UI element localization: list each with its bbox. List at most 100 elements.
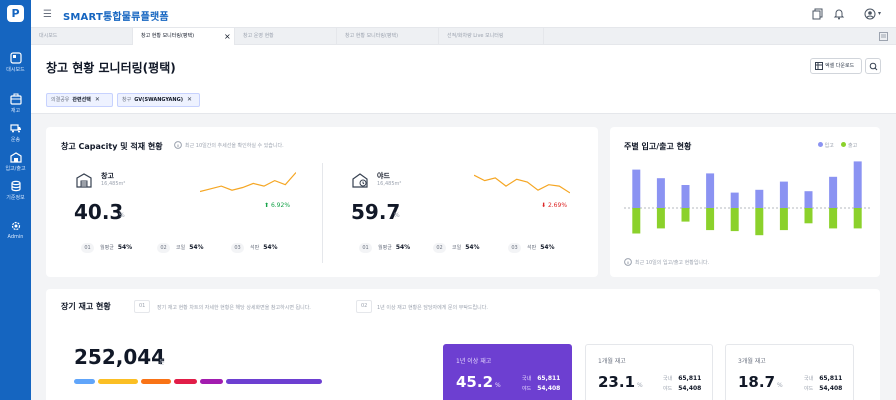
sidebar-item-inventory[interactable]: 재고 (0, 93, 31, 114)
stat-yard-label: 야드 (804, 386, 814, 392)
stat-percent: 18.7% (738, 373, 783, 391)
tab-list-icon[interactable] (879, 32, 888, 41)
sidebar-item-label: 재고 (10, 108, 21, 114)
filter-chip[interactable]: 의결공유 관련선택 ✕ (46, 93, 113, 107)
search-icon (869, 62, 878, 71)
sidebar-item-master[interactable]: 기준정보 (0, 180, 31, 201)
sub-number: 01 (359, 243, 372, 253)
sidebar-item-dashboard[interactable]: 대시보드 (0, 52, 31, 73)
percent-unit: % (119, 212, 125, 219)
stat-percent-value: 45.2 (456, 373, 494, 391)
inventory-icon (9, 93, 22, 105)
sub-stat: 01 월평균 54% (81, 243, 132, 253)
chevron-down-icon[interactable]: ▾ (878, 10, 890, 22)
percent-unit: % (394, 212, 400, 219)
weekly-title: 주별 입고/출고 현황 (624, 142, 692, 151)
stat-domestic: 국내 65,811 (663, 375, 701, 382)
filter-key: 의결공유 (51, 97, 70, 103)
yard-icon (352, 173, 368, 188)
close-icon[interactable]: × (224, 28, 231, 45)
segment (173, 379, 198, 384)
warehouse-percent: 59.7 (351, 200, 401, 224)
stat-label: 1개월 재고 (598, 358, 626, 365)
bar-in (804, 191, 813, 208)
tab-monitoring-active[interactable]: 창고 현황 모니터링(평택) (133, 28, 235, 45)
filter-bar: 의결공유 관련선택 ✕ 창구 GV(SWANGYANG) ✕ (31, 88, 896, 114)
stat-card-1year[interactable]: 1년 이상 재고 45.2% 국내 65,811 야드 54,408 (443, 344, 572, 400)
delta-indicator: ⬇ 2.69% (541, 202, 567, 209)
search-button[interactable] (865, 58, 881, 74)
bar-in (853, 161, 862, 208)
sub-value: 54% (465, 244, 480, 251)
legend-in-label: 입고 (824, 143, 834, 149)
excel-download-button[interactable]: 엑셀 다운로드 (810, 58, 862, 74)
tab-monitoring[interactable]: 창고 현황 모니터링(평택) (337, 28, 439, 45)
close-icon[interactable]: ✕ (95, 96, 100, 103)
longterm-hint-2: 1년 이상 재고 현황은 담당자에게 문의 부탁드립니다. (377, 305, 488, 311)
segment (97, 379, 138, 384)
close-icon[interactable]: ✕ (187, 96, 192, 103)
divider (322, 163, 323, 263)
sidebar-item-label: 기준정보 (6, 195, 25, 201)
sidebar-item-label: 운송 (10, 137, 21, 143)
stat-card-3month[interactable]: 3개월 재고 18.7% 국내 65,811 야드 54,408 (725, 344, 854, 400)
warehouse-area: 16,485m² (101, 181, 126, 187)
stat-domestic-label: 국내 (804, 376, 814, 382)
excel-download-label: 엑셀 다운로드 (825, 63, 855, 69)
bar-out (730, 208, 739, 232)
sub-number: 02 (157, 243, 170, 253)
dashboard-icon (9, 52, 22, 64)
sidebar-item-admin[interactable]: Admin (0, 220, 31, 240)
bar-in (755, 189, 764, 208)
tab-dashboard[interactable]: 대시보드 (31, 28, 133, 45)
stat-yard-value: 54,408 (819, 385, 843, 392)
trend-sparkline (200, 172, 296, 193)
stat-yard: 야드 54,408 (522, 385, 560, 392)
stat-percent-value: 18.7 (738, 373, 776, 391)
bar-out (706, 208, 715, 231)
filter-chip[interactable]: 창구 GV(SWANGYANG) ✕ (117, 93, 200, 107)
legend-swatch-in (818, 142, 823, 147)
bell-icon[interactable] (833, 8, 845, 20)
page-header: 창고 현황 모니터링(평택) 엑셀 다운로드 (31, 45, 896, 88)
menu-icon[interactable]: ☰ (43, 9, 52, 20)
sidebar-item-inout[interactable]: 입고/출고 (0, 151, 31, 172)
segment (74, 379, 95, 384)
stat-yard: 야드 54,408 (804, 385, 842, 392)
tab-bar: 대시보드 창고 현황 모니터링(평택) × 창고 운영 현황 창고 현황 모니터… (31, 28, 896, 45)
stat-unit: % (495, 382, 501, 389)
stat-yard-label: 야드 (522, 386, 532, 392)
gear-icon (11, 221, 20, 231)
spreadsheet-icon (815, 62, 823, 70)
info-icon (624, 258, 632, 266)
delta-indicator: ⬆ 6.92% (264, 202, 290, 209)
sparkline-path (474, 174, 570, 194)
capacity-card: 창고 Capacity 및 적재 현황 최근 10일간의 추세선을 확인하실 수… (46, 127, 598, 277)
legend-swatch-out (841, 142, 847, 147)
stat-card-1month[interactable]: 1개월 재고 23.1% 국내 65,811 야드 54,408 (585, 344, 713, 400)
bar-in (779, 181, 788, 208)
bar-out (804, 208, 813, 224)
sub-stat: 03 석판 54% (508, 243, 555, 253)
warehouse-name: 야드 (377, 172, 390, 180)
stat-percent-value: 23.1 (598, 373, 636, 391)
arrow-up-icon: ⬆ (264, 202, 270, 209)
tab-live-monitoring[interactable]: 선적/화차량 Live 모니터링 (439, 28, 544, 45)
stat-domestic: 국내 65,811 (522, 375, 560, 382)
total-unit: 톤 (159, 359, 165, 366)
sidebar-item-transport[interactable]: 운송 (0, 122, 31, 143)
user-avatar-icon[interactable] (864, 8, 876, 20)
documents-icon[interactable] (812, 8, 824, 20)
sub-stat: 01 월평균 54% (359, 243, 410, 253)
warehouse-icon (9, 152, 22, 163)
weekly-card: 주별 입고/출고 현황 입고 출고 최근 10일의 입고/출고 현황입니다. (610, 127, 880, 277)
delta-value: 2.69% (547, 202, 568, 209)
sub-stat: 02 코일 54% (433, 243, 480, 253)
stat-label: 3개월 재고 (738, 358, 766, 365)
app-logo[interactable]: P (7, 5, 24, 22)
sub-number: 03 (508, 243, 521, 253)
weekly-hint: 최근 10일의 입고/출고 현황입니다. (635, 260, 710, 266)
tab-operation[interactable]: 창고 운영 현황 (235, 28, 337, 45)
legend-out-label: 출고 (847, 143, 858, 149)
sub-number: 02 (433, 243, 446, 253)
